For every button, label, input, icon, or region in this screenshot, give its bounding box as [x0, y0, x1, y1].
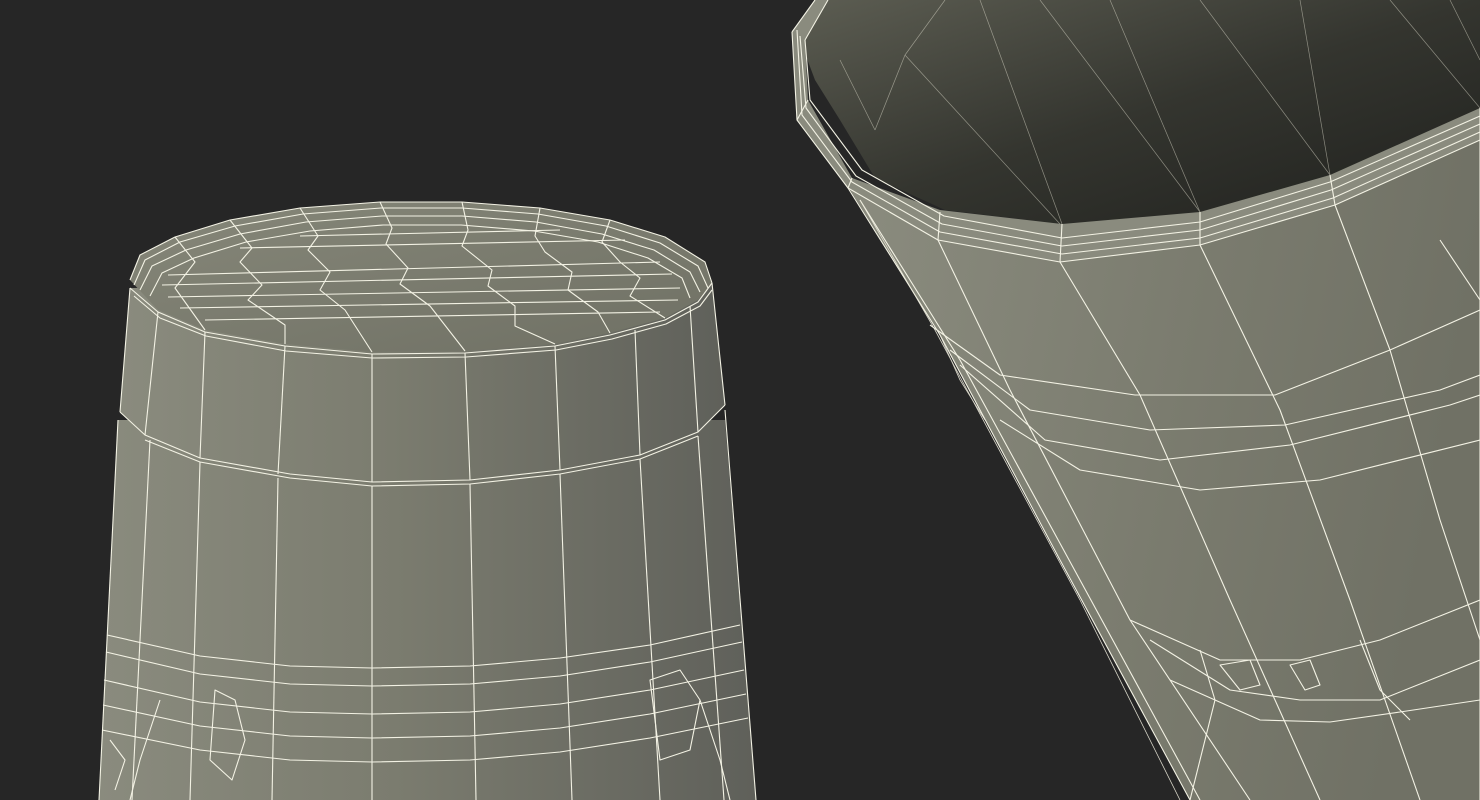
render-viewport — [0, 0, 1480, 800]
open-bucket — [791, 0, 1480, 800]
wireframe-render — [98, 0, 1480, 800]
closed-bucket — [98, 201, 757, 800]
